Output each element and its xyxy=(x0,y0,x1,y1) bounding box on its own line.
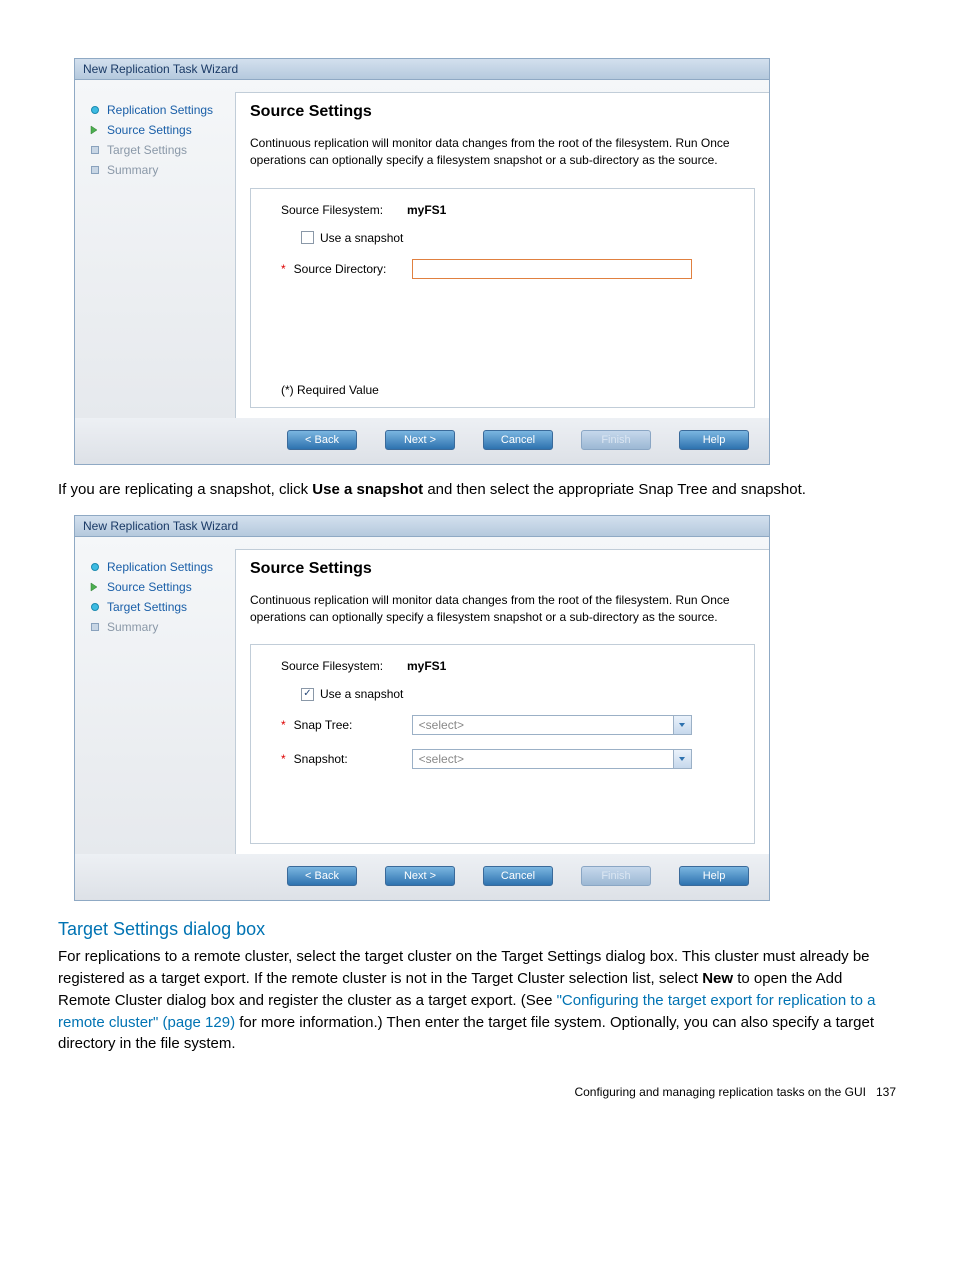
select-placeholder: <select> xyxy=(413,716,673,734)
content-description: Continuous replication will monitor data… xyxy=(250,592,755,627)
pending-icon xyxy=(89,621,101,633)
pending-icon xyxy=(89,144,101,156)
required-note: (*) Required Value xyxy=(281,383,379,397)
sidebar-item-source-settings[interactable]: Source Settings xyxy=(89,577,231,597)
page-number: 137 xyxy=(876,1085,896,1099)
sidebar-item-label: Target Settings xyxy=(107,143,187,157)
row-snapshot: * Snapshot: <select> xyxy=(281,749,724,769)
next-button[interactable]: Next > xyxy=(385,866,455,886)
chevron-down-icon xyxy=(673,716,691,734)
back-button[interactable]: < Back xyxy=(287,430,357,450)
wizard-dialog-2: New Replication Task Wizard Replication … xyxy=(74,515,770,902)
wizard-title: New Replication Task Wizard xyxy=(75,516,769,537)
label-source-filesystem: Source Filesystem: xyxy=(281,659,401,673)
help-button[interactable]: Help xyxy=(679,866,749,886)
wizard-content: Source Settings Continuous replication w… xyxy=(235,92,769,418)
checkbox-use-snapshot[interactable] xyxy=(301,231,314,244)
page-footer: Configuring and managing replication tas… xyxy=(58,1085,896,1099)
sidebar-item-replication-settings[interactable]: Replication Settings xyxy=(89,100,231,120)
sidebar-item-label: Target Settings xyxy=(107,600,187,614)
wizard-sidebar: Replication Settings Source Settings Tar… xyxy=(75,92,235,418)
bold-text: Use a snapshot xyxy=(312,481,423,498)
form-area: Source Filesystem: myFS1 Use a snapshot … xyxy=(250,188,755,408)
help-button[interactable]: Help xyxy=(679,430,749,450)
sidebar-item-label: Replication Settings xyxy=(107,103,213,117)
sidebar-item-replication-settings[interactable]: Replication Settings xyxy=(89,557,231,577)
done-icon xyxy=(89,601,101,613)
done-icon xyxy=(89,561,101,573)
label-snap-tree: Snap Tree: xyxy=(294,718,406,732)
input-source-directory[interactable] xyxy=(412,259,692,279)
bold-text: New xyxy=(702,970,733,987)
button-bar: < Back Next > Cancel Finish Help xyxy=(75,854,769,900)
sidebar-item-source-settings[interactable]: Source Settings xyxy=(89,120,231,140)
section-heading-target-settings: Target Settings dialog box xyxy=(58,919,896,940)
content-heading: Source Settings xyxy=(250,560,755,578)
sidebar-item-label: Summary xyxy=(107,163,158,177)
current-arrow-icon xyxy=(89,124,101,136)
sidebar-item-target-settings[interactable]: Target Settings xyxy=(89,597,231,617)
wizard-sidebar: Replication Settings Source Settings Tar… xyxy=(75,549,235,855)
form-area: Source Filesystem: myFS1 ✓ Use a snapsho… xyxy=(250,644,755,844)
value-source-filesystem: myFS1 xyxy=(407,203,446,217)
row-source-filesystem: Source Filesystem: myFS1 xyxy=(281,203,724,217)
row-snap-tree: * Snap Tree: <select> xyxy=(281,715,724,735)
row-source-directory: * Source Directory: xyxy=(281,259,724,279)
button-bar: < Back Next > Cancel Finish Help xyxy=(75,418,769,464)
row-source-filesystem: Source Filesystem: myFS1 xyxy=(281,659,724,673)
label-snapshot: Snapshot: xyxy=(294,752,406,766)
wizard-body: Replication Settings Source Settings Tar… xyxy=(75,80,769,418)
cancel-button[interactable]: Cancel xyxy=(483,430,553,450)
pending-icon xyxy=(89,164,101,176)
label-source-filesystem: Source Filesystem: xyxy=(281,203,401,217)
value-source-filesystem: myFS1 xyxy=(407,659,446,673)
sidebar-item-label: Replication Settings xyxy=(107,560,213,574)
wizard-body: Replication Settings Source Settings Tar… xyxy=(75,537,769,855)
sidebar-item-summary[interactable]: Summary xyxy=(89,617,231,637)
footer-text: Configuring and managing replication tas… xyxy=(574,1085,866,1099)
label-source-directory: Source Directory: xyxy=(294,262,406,276)
label-use-snapshot: Use a snapshot xyxy=(320,231,403,245)
sidebar-item-summary[interactable]: Summary xyxy=(89,160,231,180)
required-asterisk: * xyxy=(281,752,286,766)
required-asterisk: * xyxy=(281,718,286,732)
required-asterisk: * xyxy=(281,262,286,276)
content-description: Continuous replication will monitor data… xyxy=(250,135,755,170)
sidebar-item-label: Source Settings xyxy=(107,580,192,594)
row-use-snapshot: ✓ Use a snapshot xyxy=(281,687,724,701)
select-snap-tree[interactable]: <select> xyxy=(412,715,692,735)
wizard-content: Source Settings Continuous replication w… xyxy=(235,549,769,855)
text: If you are replicating a snapshot, click xyxy=(58,481,312,498)
sidebar-item-target-settings[interactable]: Target Settings xyxy=(89,140,231,160)
done-icon xyxy=(89,104,101,116)
wizard-title: New Replication Task Wizard xyxy=(75,59,769,80)
select-placeholder: <select> xyxy=(413,750,673,768)
select-snapshot[interactable]: <select> xyxy=(412,749,692,769)
label-use-snapshot: Use a snapshot xyxy=(320,687,403,701)
back-button[interactable]: < Back xyxy=(287,866,357,886)
finish-button: Finish xyxy=(581,430,651,450)
chevron-down-icon xyxy=(673,750,691,768)
content-heading: Source Settings xyxy=(250,103,755,121)
paragraph-target-settings: For replications to a remote cluster, se… xyxy=(58,946,896,1055)
cancel-button[interactable]: Cancel xyxy=(483,866,553,886)
next-button[interactable]: Next > xyxy=(385,430,455,450)
current-arrow-icon xyxy=(89,581,101,593)
wizard-dialog-1: New Replication Task Wizard Replication … xyxy=(74,58,770,465)
text: and then select the appropriate Snap Tre… xyxy=(423,481,806,498)
checkbox-use-snapshot-checked[interactable]: ✓ xyxy=(301,688,314,701)
row-use-snapshot: Use a snapshot xyxy=(281,231,724,245)
finish-button: Finish xyxy=(581,866,651,886)
sidebar-item-label: Summary xyxy=(107,620,158,634)
sidebar-item-label: Source Settings xyxy=(107,123,192,137)
paragraph-snapshot-instruction: If you are replicating a snapshot, click… xyxy=(58,479,896,501)
